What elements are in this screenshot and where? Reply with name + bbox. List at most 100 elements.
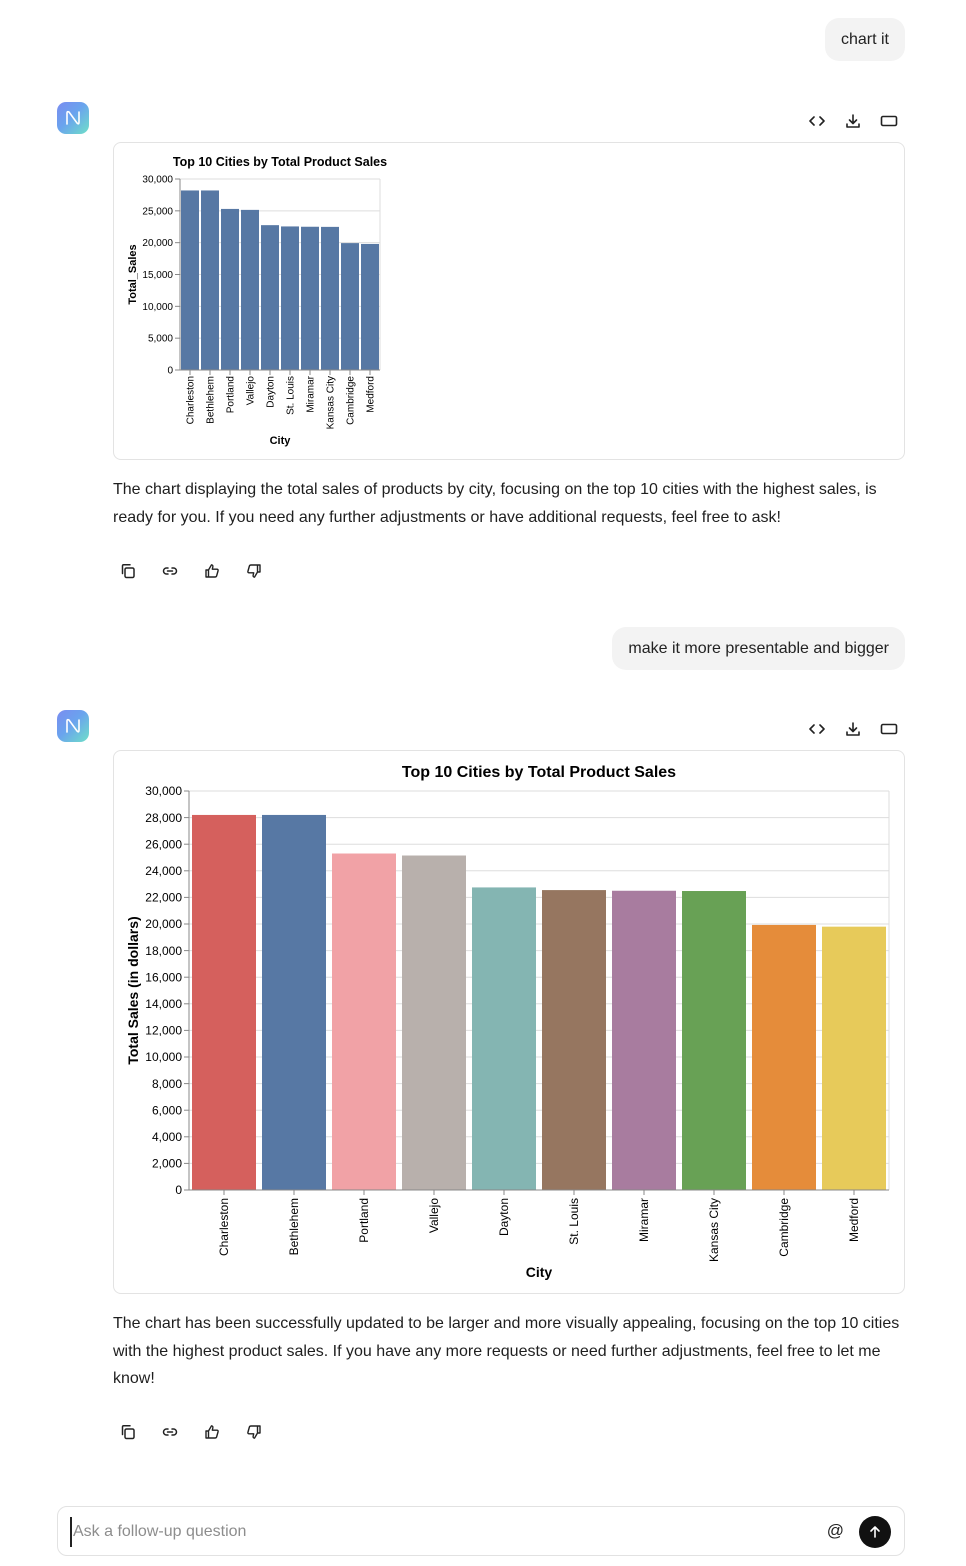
bar-kansas-city xyxy=(682,891,746,1190)
x-tick-label: Kansas City xyxy=(707,1198,721,1262)
y-tick-label: 30,000 xyxy=(145,784,182,798)
x-tick-label: Cambridge xyxy=(777,1198,791,1257)
bar-chart-small: Top 10 Cities by Total Product Sales 0 5,0… xyxy=(127,155,387,447)
thumbs-up-button[interactable] xyxy=(201,1421,223,1443)
thumbs-up-icon xyxy=(205,1425,219,1439)
x-tick-label: Miramar xyxy=(637,1198,651,1242)
bar-vallejo xyxy=(241,209,259,370)
y-tick-label: 8,000 xyxy=(152,1077,182,1091)
download-icon xyxy=(846,722,860,736)
y-tick-label: 30,000 xyxy=(142,175,173,186)
copy-button[interactable] xyxy=(117,560,139,582)
y-tick-label: 5,000 xyxy=(148,334,173,345)
download-button[interactable] xyxy=(842,718,864,740)
bar-bethlehem xyxy=(201,190,219,370)
y-axis-label: Total_Sales xyxy=(127,244,139,304)
y-tick-label: 20,000 xyxy=(142,238,173,249)
bar-st-louis xyxy=(542,890,606,1190)
y-tick-label: 2,000 xyxy=(152,1157,182,1171)
y-tick-label: 6,000 xyxy=(152,1103,182,1117)
share-link-button[interactable] xyxy=(159,1421,181,1443)
thumbs-down-button[interactable] xyxy=(243,1421,265,1443)
x-tick-label: St. Louis xyxy=(286,376,297,415)
bar-miramar xyxy=(612,890,676,1190)
y-tick-label: 25,000 xyxy=(142,206,173,217)
x-tick-label: St. Louis xyxy=(567,1198,581,1245)
user-message-text: chart it xyxy=(840,31,889,48)
x-tick-label: Dayton xyxy=(497,1198,511,1236)
bar-miramar xyxy=(301,226,319,370)
y-tick-label: 20,000 xyxy=(145,917,182,931)
assistant-avatar xyxy=(57,102,89,134)
bar-dayton xyxy=(261,225,279,370)
x-tick-label: Charleston xyxy=(217,1198,231,1256)
logo-icon xyxy=(66,718,80,733)
send-button[interactable] xyxy=(859,1516,891,1548)
bar-charleston xyxy=(192,814,256,1190)
x-tick-label: Vallejo xyxy=(427,1198,441,1233)
chart-card-small: Top 10 Cities by Total Product Sales 0 5,0… xyxy=(113,142,905,460)
logo-icon xyxy=(66,110,80,125)
share-link-button[interactable] xyxy=(159,560,181,582)
bar-bethlehem xyxy=(262,814,326,1190)
thumbs-down-button[interactable] xyxy=(243,560,265,582)
expand-icon xyxy=(880,723,898,735)
x-axis-label: City xyxy=(270,435,292,447)
y-tick-label: 0 xyxy=(167,366,173,377)
copy-icon xyxy=(121,564,135,579)
user-message-text: make it more presentable and bigger xyxy=(628,640,889,657)
message-actions xyxy=(117,1421,265,1443)
y-axis-label: Total Sales (in dollars) xyxy=(125,916,141,1064)
thumbs-down-icon xyxy=(247,1425,261,1439)
follow-up-input-box: @ xyxy=(57,1506,905,1556)
y-tick-label: 26,000 xyxy=(145,837,182,851)
chart-title: Top 10 Cities by Total Product Sales xyxy=(173,155,387,169)
x-tick-label: Kansas City xyxy=(326,376,337,429)
download-button[interactable] xyxy=(842,110,864,132)
x-tick-label: Medford xyxy=(847,1198,861,1242)
message-actions xyxy=(117,560,265,582)
assistant-avatar xyxy=(57,710,89,742)
expand-icon xyxy=(880,115,898,127)
bar-medford xyxy=(361,243,379,370)
y-tick-label: 4,000 xyxy=(152,1130,182,1144)
bar-cambridge xyxy=(341,243,359,370)
code-icon xyxy=(809,116,825,126)
x-tick-label: Miramar xyxy=(306,375,317,412)
mention-button[interactable]: @ xyxy=(827,1521,844,1541)
follow-up-input[interactable] xyxy=(70,1517,810,1547)
thumbs-up-button[interactable] xyxy=(201,560,223,582)
bar-cambridge xyxy=(752,924,816,1190)
y-tick-label: 10,000 xyxy=(142,302,173,313)
arrow-up-icon xyxy=(870,1526,880,1538)
copy-button[interactable] xyxy=(117,1421,139,1443)
y-tick-label: 14,000 xyxy=(145,997,182,1011)
x-tick-label: Cambridge xyxy=(346,376,357,425)
view-code-button[interactable] xyxy=(806,718,828,740)
chart-toolbar xyxy=(806,110,900,132)
view-code-button[interactable] xyxy=(806,110,828,132)
assistant-message-text: The chart has been successfully updated … xyxy=(113,1315,900,1387)
y-tick-label: 10,000 xyxy=(145,1050,182,1064)
y-tick-label: 24,000 xyxy=(145,864,182,878)
user-message: chart it xyxy=(824,18,905,61)
thumbs-down-icon xyxy=(247,564,261,578)
chart-title: Top 10 Cities by Total Product Sales xyxy=(402,764,676,781)
expand-button[interactable] xyxy=(878,110,900,132)
bar-charleston xyxy=(181,190,199,370)
y-tick-label: 28,000 xyxy=(145,811,182,825)
bar-kansas-city xyxy=(321,226,339,370)
bar-chart-large: Top 10 Cities by Total Product Sales 0 2,0… xyxy=(125,764,890,1280)
y-tick-label: 18,000 xyxy=(145,944,182,958)
user-message: make it more presentable and bigger xyxy=(612,627,905,670)
bar-st-louis xyxy=(281,226,299,370)
x-tick-label: Bethlehem xyxy=(206,376,217,424)
y-tick-label: 22,000 xyxy=(145,891,182,905)
link-icon xyxy=(162,1428,178,1436)
x-axis-label: City xyxy=(526,1264,553,1280)
bar-portland xyxy=(332,853,396,1190)
download-icon xyxy=(846,114,860,128)
expand-button[interactable] xyxy=(878,718,900,740)
thumbs-up-icon xyxy=(205,564,219,578)
bar-portland xyxy=(221,208,239,370)
